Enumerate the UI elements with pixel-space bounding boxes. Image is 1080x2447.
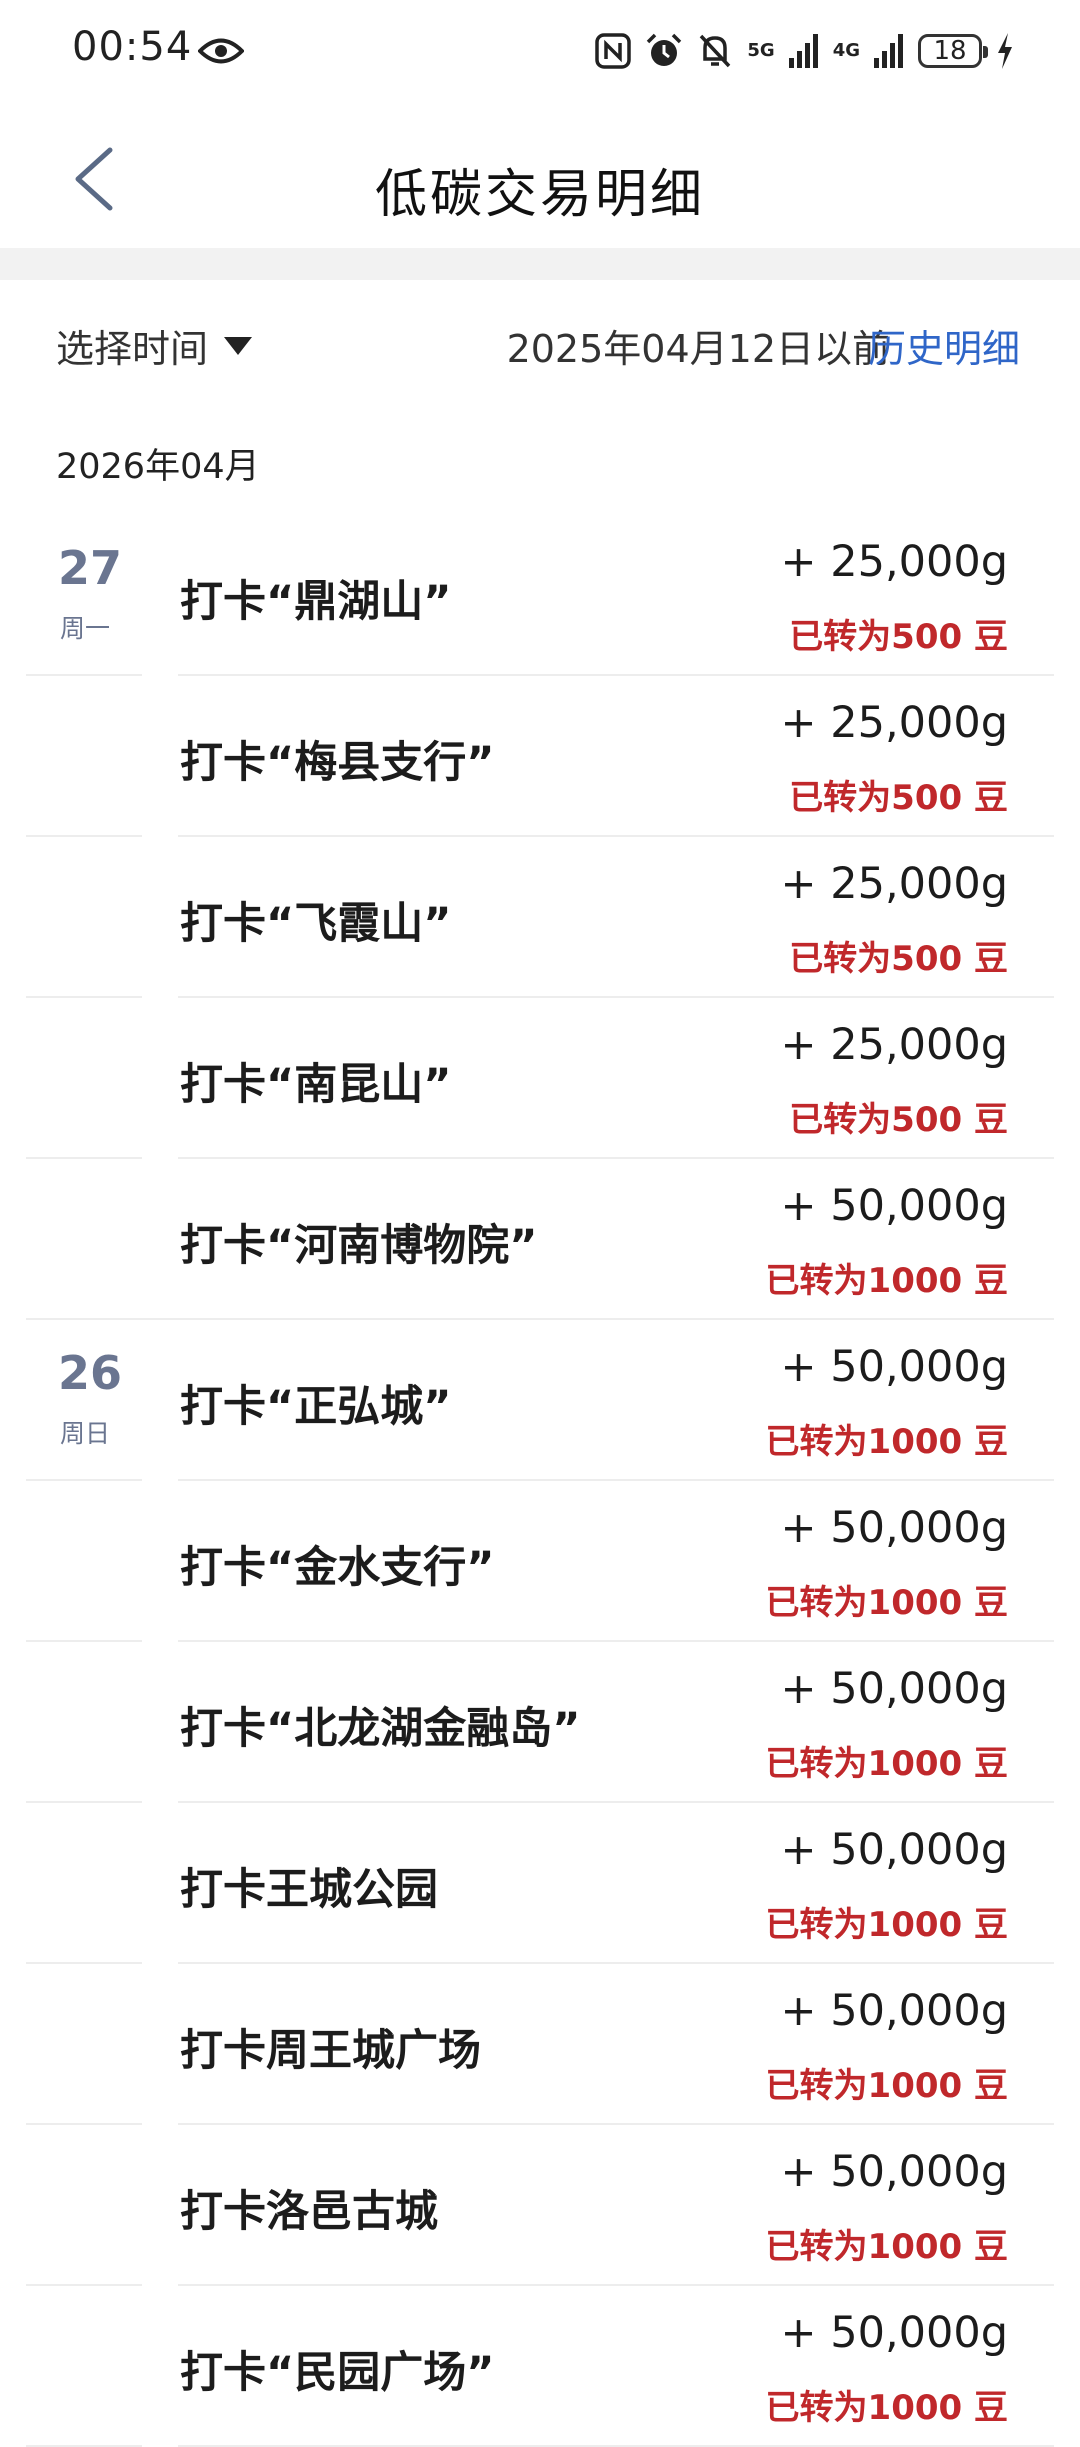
status-icons: 5G 4G 18	[595, 28, 1014, 74]
transaction-amount: + 50,000g	[780, 1825, 1008, 1875]
transaction-row[interactable]: 打卡周王城广场 + 50,000g 已转为1000 豆	[0, 1964, 1080, 2125]
status-time: 00:54	[72, 24, 193, 70]
transaction-list: 27 周一 打卡“鼎湖山” + 25,000g 已转为500 豆打卡“梅县支行” + 25…	[0, 515, 1080, 2447]
date-day: 27	[58, 541, 123, 595]
transaction-row[interactable]: 打卡“民园广场” + 50,000g 已转为1000 豆	[0, 2286, 1080, 2447]
transaction-name: 打卡“梅县支行”	[180, 738, 495, 788]
alarm-icon	[647, 33, 682, 66]
caret-down-icon	[224, 336, 253, 355]
section-divider	[0, 248, 1080, 280]
transaction-row[interactable]: 打卡“梅县支行” + 25,000g 已转为500 豆	[0, 676, 1080, 837]
transaction-row[interactable]: 打卡洛邑古城 + 50,000g 已转为1000 豆	[0, 2125, 1080, 2286]
converted-beans: 已转为1000 豆	[765, 1583, 1008, 1623]
transaction-row[interactable]: 27 周一 打卡“鼎湖山” + 25,000g 已转为500 豆	[0, 515, 1080, 676]
converted-beans: 已转为500 豆	[789, 1100, 1008, 1140]
transaction-name: 打卡周王城广场	[180, 2026, 481, 2076]
converted-beans: 已转为1000 豆	[765, 1422, 1008, 1462]
transaction-name: 打卡“民园广场”	[180, 2348, 495, 2398]
transaction-amount: + 50,000g	[780, 2308, 1008, 2358]
date-weekday: 周一	[60, 614, 111, 643]
converted-beans: 已转为500 豆	[789, 939, 1008, 979]
transaction-name: 打卡“鼎湖山”	[180, 577, 452, 627]
nfc-icon	[595, 33, 632, 69]
transaction-row[interactable]: 26 周日 打卡“正弘城” + 50,000g 已转为1000 豆	[0, 1320, 1080, 1481]
transaction-amount: + 25,000g	[780, 1020, 1008, 1070]
transaction-name: 打卡“正弘城”	[180, 1382, 452, 1432]
converted-beans: 已转为1000 豆	[765, 1261, 1008, 1301]
transaction-amount: + 50,000g	[780, 1342, 1008, 1392]
month-header: 2026年04月	[56, 447, 260, 487]
converted-beans: 已转为1000 豆	[765, 2066, 1008, 2106]
before-date-label: 2025年04月12日以前	[506, 327, 890, 371]
transaction-row[interactable]: 打卡“河南博物院” + 50,000g 已转为1000 豆	[0, 1159, 1080, 1320]
transaction-amount: + 50,000g	[780, 1986, 1008, 2036]
network-5g-label: 5G	[747, 40, 775, 61]
transaction-amount: + 50,000g	[780, 2147, 1008, 2197]
mute-icon	[700, 34, 731, 68]
charging-icon	[998, 33, 1012, 69]
converted-beans: 已转为1000 豆	[765, 2227, 1008, 2267]
battery-level: 18	[933, 36, 967, 66]
eye-icon	[198, 38, 244, 64]
converted-beans: 已转为1000 豆	[765, 1905, 1008, 1945]
status-bar: 00:54 5G 4G 18	[0, 0, 1080, 100]
network-4g-label: 4G	[832, 40, 860, 61]
transaction-amount: + 50,000g	[780, 1664, 1008, 1714]
transaction-name: 打卡“河南博物院”	[180, 1221, 538, 1271]
date-weekday: 周日	[60, 1419, 111, 1448]
transaction-amount: + 50,000g	[780, 1181, 1008, 1231]
transaction-row[interactable]: 打卡“南昆山” + 25,000g 已转为500 豆	[0, 998, 1080, 1159]
transaction-name: 打卡“飞霞山”	[180, 899, 452, 949]
transaction-amount: + 50,000g	[780, 1503, 1008, 1553]
transaction-row[interactable]: 打卡王城公园 + 50,000g 已转为1000 豆	[0, 1803, 1080, 1964]
page-title: 低碳交易明细	[374, 165, 705, 225]
transaction-row[interactable]: 打卡“金水支行” + 50,000g 已转为1000 豆	[0, 1481, 1080, 1642]
converted-beans: 已转为1000 豆	[765, 1744, 1008, 1784]
signal-icon	[874, 34, 903, 68]
transaction-name: 打卡“北龙湖金融岛”	[180, 1704, 581, 1754]
transaction-row[interactable]: 打卡“北龙湖金融岛” + 50,000g 已转为1000 豆	[0, 1642, 1080, 1803]
converted-beans: 已转为1000 豆	[765, 2388, 1008, 2428]
converted-beans: 已转为500 豆	[789, 778, 1008, 818]
converted-beans: 已转为500 豆	[789, 617, 1008, 657]
transaction-amount: + 25,000g	[780, 859, 1008, 909]
transaction-name: 打卡“南昆山”	[180, 1060, 452, 1110]
transaction-name: 打卡洛邑古城	[180, 2187, 438, 2237]
history-details-link[interactable]: 历史明细	[868, 318, 1020, 373]
select-time-dropdown[interactable]: 选择时间	[56, 318, 253, 373]
transaction-amount: + 25,000g	[780, 698, 1008, 748]
transaction-amount: + 25,000g	[780, 537, 1008, 587]
transaction-row[interactable]: 打卡“飞霞山” + 25,000g 已转为500 豆	[0, 837, 1080, 998]
transaction-name: 打卡王城公园	[180, 1865, 438, 1915]
select-time-label: 选择时间	[56, 327, 209, 371]
nav-header: 低碳交易明细	[0, 100, 1080, 248]
filter-bar: 选择时间 2025年04月12日以前 历史明细	[0, 300, 1080, 380]
date-day: 26	[58, 1346, 123, 1400]
transaction-name: 打卡“金水支行”	[180, 1543, 495, 1593]
battery-icon: 18	[918, 34, 988, 68]
signal-icon	[788, 34, 818, 68]
